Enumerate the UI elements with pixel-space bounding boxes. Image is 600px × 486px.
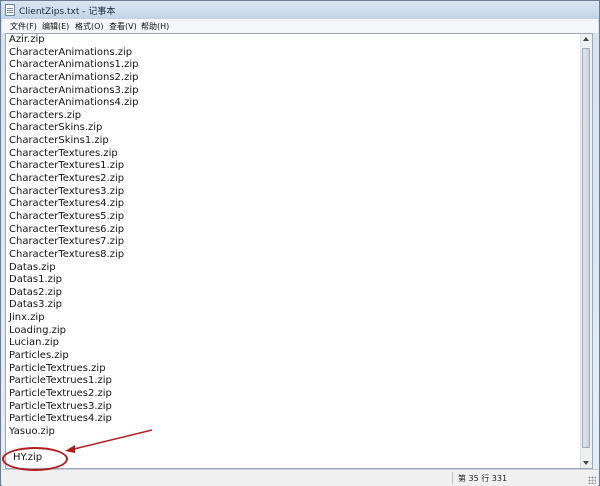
text-line: CharacterAnimations4.zip (9, 97, 139, 109)
text-line: Datas3.zip (9, 299, 63, 311)
text-line: CharacterSkins.zip (9, 122, 103, 134)
text-line: Characters.zip (9, 109, 82, 121)
text-line: CharacterAnimations.zip (9, 46, 133, 58)
text-line: CharacterTextures6.zip (9, 223, 125, 235)
text-line: Jinx.zip (9, 312, 45, 324)
menu-format[interactable]: 格式(O) (75, 21, 104, 32)
menu-file[interactable]: 文件(F) (10, 21, 37, 32)
text-line: CharacterTextures5.zip (9, 210, 125, 222)
notepad-window: ClientZips.txt - 记事本 文件(F) 编辑(E) 格式(O) 查… (0, 0, 600, 486)
text-line: CharacterTextures7.zip (9, 236, 125, 248)
menu-edit[interactable]: 编辑(E) (42, 21, 69, 32)
scroll-down-icon[interactable] (583, 461, 589, 465)
text-line: Datas1.zip (9, 274, 63, 286)
text-line: Datas.zip (9, 261, 56, 273)
menu-help[interactable]: 帮助(H) (141, 21, 169, 32)
text-line: ParticleTextrues2.zip (9, 387, 112, 399)
scroll-thumb[interactable] (582, 48, 590, 448)
text-line: CharacterSkins1.zip (9, 135, 109, 147)
annotation-arrow-icon (65, 429, 153, 453)
menu-view[interactable]: 查看(V) (109, 21, 137, 32)
text-line: CharacterAnimations1.zip (9, 59, 139, 71)
annotation-circle (2, 447, 68, 471)
menu-bar: 文件(F) 编辑(E) 格式(O) 查看(V) 帮助(H) (2, 19, 598, 34)
title-bar[interactable]: ClientZips.txt - 记事本 (1, 1, 599, 19)
text-line: ParticleTextrues4.zip (9, 413, 112, 425)
text-line: CharacterAnimations2.zip (9, 71, 139, 83)
text-line: ParticleTextrues1.zip (9, 375, 112, 387)
text-line: Lucian.zip (9, 337, 60, 349)
text-editor[interactable]: Azir.zip CharacterAnimations.zip Character… (5, 33, 593, 469)
text-line: Particles.zip (9, 350, 69, 362)
text-line: Loading.zip (9, 324, 67, 336)
text-line: CharacterTextures3.zip (9, 185, 125, 197)
text-line: CharacterTextures1.zip (9, 160, 125, 172)
text-line: ParticleTextrues3.zip (9, 400, 112, 412)
vertical-scrollbar[interactable] (580, 34, 592, 468)
text-line: Datas2.zip (9, 286, 63, 298)
text-line: Azir.zip (9, 34, 45, 45)
text-line: CharacterTextures8.zip (9, 248, 125, 260)
text-line: CharacterTextures4.zip (9, 198, 125, 210)
window-title: ClientZips.txt - 记事本 (19, 7, 116, 17)
text-lines: Azir.zip CharacterAnimations.zip Character… (9, 34, 138, 439)
text-line: CharacterTextures2.zip (9, 173, 125, 185)
status-bar: 第 35 行 331 (2, 469, 598, 486)
status-divider (452, 472, 453, 484)
text-line: ParticleTextrues.zip (9, 362, 106, 374)
scroll-up-icon[interactable] (583, 37, 589, 41)
text-line: CharacterTextures.zip (9, 147, 118, 159)
resize-grip-icon[interactable] (588, 476, 596, 484)
cursor-position: 第 35 行 331 (458, 474, 508, 483)
text-line: CharacterAnimations3.zip (9, 84, 139, 96)
notepad-icon (5, 4, 15, 16)
